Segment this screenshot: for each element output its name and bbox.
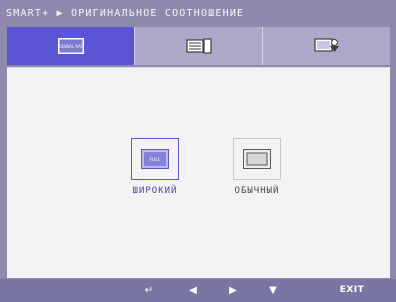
option-normal[interactable]: ОБЫЧНЫЙ [223, 138, 291, 196]
osd-button-bar: ↵ ◀ ▶ ▼ EXIT [0, 279, 396, 302]
osd-tab-bar: ORIGINAL RATIO [7, 27, 390, 65]
tab-settings[interactable] [263, 27, 390, 65]
svg-text:ORIGINAL RATIO: ORIGINAL RATIO [58, 44, 84, 49]
option-normal-box[interactable] [233, 138, 281, 180]
down-arrow-icon: ▼ [269, 284, 277, 296]
tab-screen[interactable] [135, 27, 263, 65]
original-ratio-icon: ORIGINAL RATIO [57, 38, 84, 54]
down-button[interactable]: ▼ [264, 281, 282, 299]
option-wide-label: ШИРОКИЙ [132, 186, 178, 196]
monitor-screen-icon [185, 38, 212, 54]
left-button[interactable]: ◀ [184, 281, 202, 299]
display-settings-icon [313, 38, 339, 52]
return-button[interactable]: ↵ [140, 281, 158, 299]
option-wide[interactable]: FULL ШИРОКИЙ [125, 138, 185, 196]
osd-content: FULL ШИРОКИЙ ОБЫЧНЫЙ [7, 67, 390, 278]
right-button[interactable]: ▶ [224, 281, 242, 299]
right-arrow-icon: ▶ [229, 284, 237, 296]
option-wide-box[interactable]: FULL [131, 138, 179, 180]
wide-screen-icon: FULL [141, 149, 169, 169]
osd-menu: SMART+ ▶ ОРИГИНАЛЬНОЕ СООТНОШЕНИЕ ORIGIN… [0, 0, 396, 302]
osd-title: SMART+ ▶ ОРИГИНАЛЬНОЕ СООТНОШЕНИЕ [6, 8, 245, 19]
svg-text:FULL: FULL [150, 157, 161, 163]
exit-label: EXIT [339, 285, 365, 295]
option-normal-label: ОБЫЧНЫЙ [234, 186, 280, 196]
left-arrow-icon: ◀ [189, 284, 197, 296]
tab-original-ratio[interactable]: ORIGINAL RATIO [7, 27, 135, 65]
normal-screen-icon [243, 149, 271, 169]
exit-button[interactable]: EXIT [336, 281, 368, 299]
return-icon: ↵ [144, 284, 154, 296]
